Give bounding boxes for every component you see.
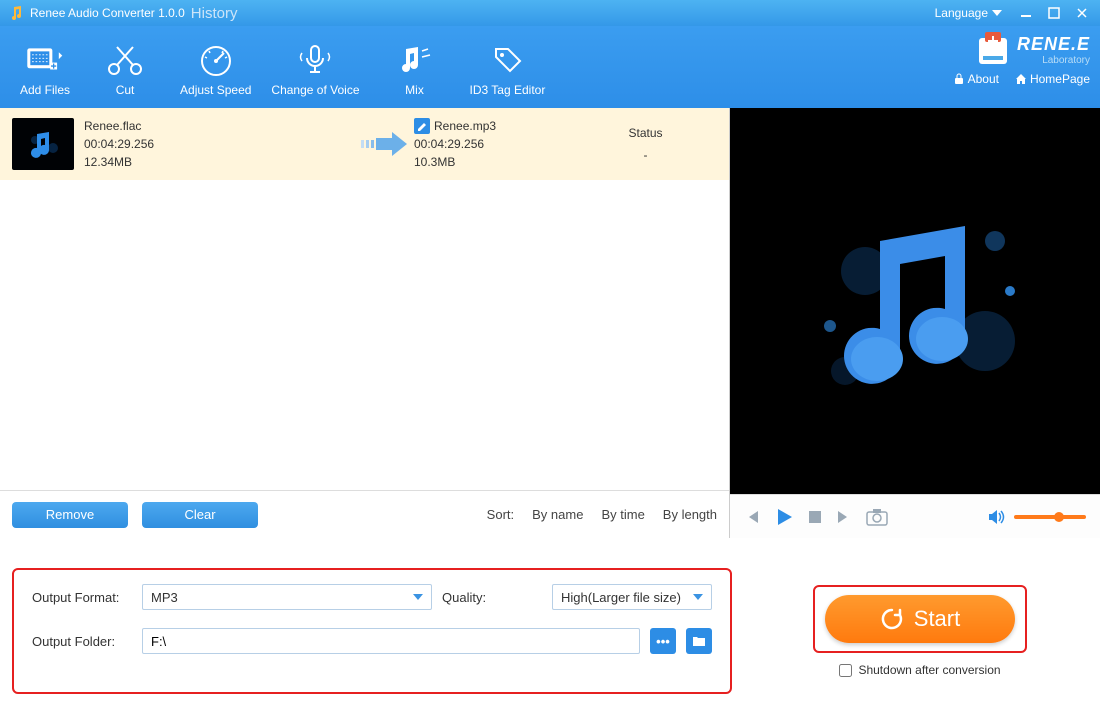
prev-track-button[interactable] [744,509,760,525]
edit-icon[interactable] [414,118,430,134]
home-icon [1015,73,1027,85]
source-filename: Renee.flac [84,117,354,135]
destination-filename: Renee.mp3 [434,117,496,135]
output-format-value: MP3 [151,590,178,605]
sort-by-length[interactable]: By length [663,507,717,522]
change-voice-button[interactable]: Change of Voice [261,37,369,101]
cut-label: Cut [116,83,135,97]
volume-icon[interactable] [988,509,1006,525]
clear-button[interactable]: Clear [142,502,258,528]
source-info: Renee.flac 00:04:29.256 12.34MB [84,117,354,171]
destination-duration: 00:04:29.256 [414,135,574,153]
adjust-speed-button[interactable]: Adjust Speed [170,37,261,101]
id3-label: ID3 Tag Editor [470,83,546,97]
history-link[interactable]: History [191,5,238,22]
source-duration: 00:04:29.256 [84,135,354,153]
file-area: Renee.flac 00:04:29.256 12.34MB Renee.mp… [0,108,730,538]
language-label: Language [935,6,988,20]
status-value: - [644,148,648,162]
maximize-button[interactable] [1044,6,1064,20]
chevron-down-icon [693,594,703,600]
about-link[interactable]: About [953,72,999,86]
bottom-panel: Output Format: MP3 Quality: High(Larger … [0,538,1100,706]
conversion-arrow-icon [354,130,414,158]
list-footer: Remove Clear Sort: By name By time By le… [0,490,729,538]
chevron-down-icon [413,594,423,600]
title-bar: Renee Audio Converter 1.0.0 History Lang… [0,0,1100,26]
browse-folder-button[interactable] [686,628,712,654]
add-files-label: Add Files [20,83,70,97]
brand-sub: Laboratory [1017,55,1090,66]
shutdown-label: Shutdown after conversion [858,663,1000,677]
volume-slider[interactable] [1014,515,1086,519]
main-area: Renee.flac 00:04:29.256 12.34MB Renee.mp… [0,108,1100,538]
tag-icon [488,41,526,79]
speedometer-icon [197,41,235,79]
output-format-label: Output Format: [32,590,132,605]
sort-by-time[interactable]: By time [601,507,644,522]
output-folder-input[interactable] [142,628,640,654]
close-button[interactable] [1072,6,1092,20]
app-title: Renee Audio Converter 1.0.0 [30,6,185,20]
preview-display [730,108,1100,494]
brand-area: RENE.E Laboratory About HomePage [953,30,1090,86]
brand-logo: RENE.E Laboratory [973,30,1090,70]
folder-icon [692,635,706,647]
sort-by-name[interactable]: By name [532,507,583,522]
mix-label: Mix [405,83,424,97]
next-track-button[interactable] [836,509,852,525]
microphone-icon [296,41,334,79]
preview-panel [730,108,1100,538]
shutdown-checkbox[interactable]: Shutdown after conversion [839,663,1000,677]
quality-dropdown[interactable]: High(Larger file size) [552,584,712,610]
scissors-icon [106,41,144,79]
start-label: Start [914,606,960,632]
destination-info: Renee.mp3 00:04:29.256 10.3MB [414,117,574,171]
start-area: Start Shutdown after conversion [752,568,1088,694]
snapshot-button[interactable] [866,508,888,526]
brand-name: RENE.E [1017,34,1090,55]
main-toolbar: Add Files Cut Adjust Speed Change of Voi… [0,26,1100,108]
output-format-dropdown[interactable]: MP3 [142,584,432,610]
file-row[interactable]: Renee.flac 00:04:29.256 12.34MB Renee.mp… [0,108,729,180]
change-voice-label: Change of Voice [271,83,359,97]
status-header: Status [628,126,662,140]
add-files-icon [26,41,64,79]
lock-icon [953,73,965,85]
mix-button[interactable]: Mix [370,37,460,101]
file-thumbnail [12,118,74,170]
status-column: Status - [574,126,717,162]
play-button[interactable] [774,507,794,527]
preview-controls [730,494,1100,538]
mix-icon [396,41,434,79]
minimize-button[interactable] [1016,6,1036,20]
refresh-icon [880,607,904,631]
more-options-button[interactable]: ••• [650,628,676,654]
destination-size: 10.3MB [414,153,574,171]
add-files-button[interactable]: Add Files [10,37,80,101]
output-settings: Output Format: MP3 Quality: High(Larger … [12,568,732,694]
file-list: Renee.flac 00:04:29.256 12.34MB Renee.mp… [0,108,729,490]
cut-button[interactable]: Cut [80,37,170,101]
adjust-speed-label: Adjust Speed [180,83,251,97]
shutdown-checkbox-input[interactable] [839,664,852,677]
sort-label: Sort: [487,507,514,522]
app-icon [8,5,24,21]
quality-value: High(Larger file size) [561,590,681,605]
quality-label: Quality: [442,590,542,605]
homepage-link[interactable]: HomePage [1015,72,1090,86]
output-folder-label: Output Folder: [32,634,132,649]
id3-editor-button[interactable]: ID3 Tag Editor [460,37,556,101]
language-dropdown[interactable]: Language [935,6,1002,20]
source-size: 12.34MB [84,153,354,171]
stop-button[interactable] [808,510,822,524]
start-button[interactable]: Start [825,595,1015,643]
remove-button[interactable]: Remove [12,502,128,528]
